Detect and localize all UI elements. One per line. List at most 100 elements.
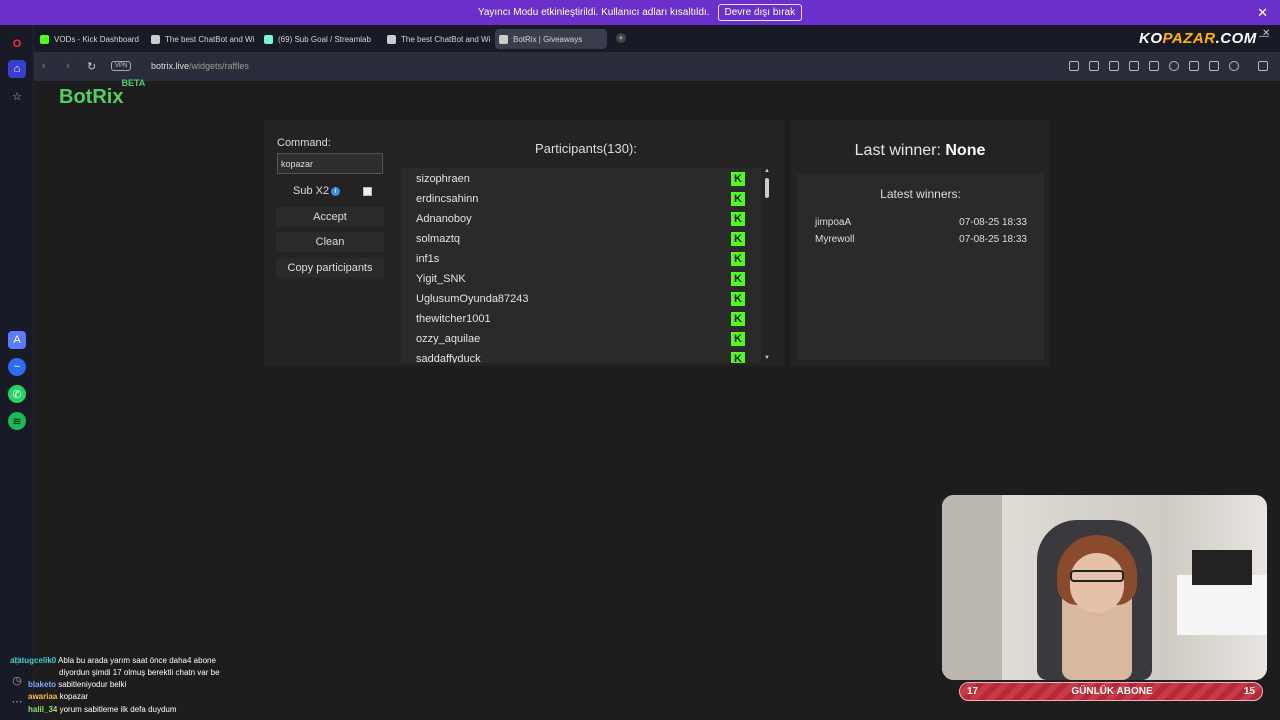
messenger-icon[interactable]: ~ [8, 358, 26, 376]
back-icon[interactable]: ‹ [42, 60, 46, 72]
scroll-thumb[interactable] [765, 178, 769, 198]
list-item[interactable]: saddaffyduck K [401, 349, 761, 363]
webcam-tv [1192, 550, 1252, 585]
sub-x2-checkbox[interactable] [363, 187, 372, 196]
chat-user: atatugcelik0 [10, 656, 57, 665]
brand-name: BotRix [59, 86, 124, 108]
tab-bar: VODs - Kick Dashboard The best ChatBot a… [34, 25, 1280, 52]
more-icon[interactable]: ⋯ [8, 692, 26, 710]
accept-button[interactable]: Accept [276, 207, 384, 227]
download-icon[interactable] [1189, 61, 1199, 71]
tab-label: The best ChatBot and Wi [165, 34, 255, 44]
list-item[interactable]: ozzy_aquilae K [401, 329, 761, 349]
kopazar-logo: KOPAZAR.COM [1139, 30, 1257, 47]
list-item[interactable]: thewitcher1001 K [401, 309, 761, 329]
kick-icon: K [731, 292, 745, 306]
participant-name: UglusumOyunda87243 [416, 293, 529, 305]
scroll-up-icon[interactable]: ▲ [764, 168, 770, 174]
chat-user: blaketo [28, 680, 57, 689]
list-item[interactable]: Yigit_SNK K [401, 269, 761, 289]
tab-botrix-1[interactable]: The best ChatBot and Wi [147, 29, 257, 49]
command-input[interactable] [277, 153, 383, 174]
chat-message: diyordun şimdi 17 olmuş berektli chatn v… [59, 668, 220, 677]
extension-icon[interactable] [1129, 61, 1139, 71]
tab-label: VODs - Kick Dashboard [54, 34, 139, 44]
banner-text: Yayıncı Modu etkinleştirildi. Kullanıcı … [477, 7, 710, 18]
list-item[interactable]: sizophraen K [401, 169, 761, 189]
chat-text: sabitleniyodur belki [58, 680, 127, 689]
kick-icon [40, 34, 49, 44]
clean-button[interactable]: Clean [276, 232, 384, 252]
last-winner-value: None [945, 142, 986, 159]
close-icon[interactable]: ✕ [1257, 5, 1268, 21]
tab-botrix-2[interactable]: The best ChatBot and Wi [383, 29, 493, 49]
chat-message: halil_34 yorum sabitleme ilk defa duydum [28, 705, 177, 714]
winner-date: 07-08-25 18:33 [959, 234, 1027, 245]
logo-suffix: .COM [1215, 30, 1257, 47]
sub-x2-label: Sub X2 [293, 185, 330, 197]
participants-list[interactable]: sizophraen K erdincsahinn K Adnanoboy K sol… [401, 168, 761, 363]
tab-botrix-giveaways[interactable]: BotRix | Giveaways [495, 29, 607, 49]
new-tab-button[interactable]: + [616, 33, 626, 43]
last-winner: Last winner: None [790, 142, 1050, 160]
star-icon[interactable]: ☆ [8, 87, 26, 105]
winner-date: 07-08-25 18:33 [959, 217, 1027, 228]
chat-user: halil_34 [28, 705, 58, 714]
chat-user: awariaa [28, 692, 58, 701]
list-item[interactable]: solmaztq K [401, 229, 761, 249]
profile-icon[interactable] [1229, 61, 1239, 71]
kick-icon: K [731, 352, 745, 363]
disable-button[interactable]: Devre dışı bırak [717, 4, 803, 21]
list-item[interactable]: Adnanoboy K [401, 209, 761, 229]
kick-icon: K [731, 272, 745, 286]
history-icon[interactable]: ◷ [8, 671, 26, 689]
spotify-icon[interactable]: ≋ [8, 412, 26, 430]
menu-icon[interactable] [1209, 61, 1219, 71]
latest-winners-title: Latest winners: [880, 187, 961, 201]
botrix-icon [387, 34, 396, 44]
chat-text: kopazar [59, 692, 89, 701]
camera-icon[interactable] [1089, 61, 1099, 71]
tab-streamlabs[interactable]: (69) Sub Goal / Streamlab [260, 29, 372, 49]
participant-name: ozzy_aquilae [416, 333, 481, 345]
chat-message: atatugcelik0 Abla bu arada yarım saat ön… [10, 656, 216, 665]
scroll-down-icon[interactable]: ▼ [764, 355, 770, 361]
chat-text: Abla bu arada yarım saat önce daha4 abon… [58, 656, 216, 665]
sub-goal-bar: GÜNLÜK ABONE 17 15 [959, 682, 1263, 701]
close-window-icon[interactable]: ✕ [1262, 28, 1270, 39]
url-host: botrix.live [151, 61, 190, 71]
heart-icon[interactable] [1169, 61, 1179, 71]
participant-name: thewitcher1001 [416, 313, 491, 325]
home-icon[interactable]: ⌂ [8, 60, 26, 78]
kick-icon: K [731, 212, 745, 226]
winner-name: jimpoaA [815, 217, 852, 228]
sub-goal-current: 17 [967, 686, 979, 697]
forward-icon[interactable]: › [66, 60, 70, 72]
tab-label: The best ChatBot and Wi [401, 34, 491, 44]
whatsapp-icon[interactable]: ✆ [8, 385, 26, 403]
aria-icon[interactable]: A [8, 331, 26, 349]
winner-name: Myrewoll [815, 234, 855, 245]
shield-icon[interactable] [1109, 61, 1119, 71]
list-item[interactable]: UglusumOyunda87243 K [401, 289, 761, 309]
sub-goal-label: GÜNLÜK ABONE [1071, 686, 1153, 697]
reload-icon[interactable]: ↻ [87, 60, 96, 73]
list-item[interactable]: erdincsahinn K [401, 189, 761, 209]
vpn-badge[interactable]: VPN [111, 61, 132, 71]
participants-scrollbar[interactable]: ▲ ▼ [764, 168, 771, 363]
latest-winners-box: Latest winners: jimpoaA 07-08-25 18:33 My… [797, 174, 1044, 360]
participant-name: inf1s [416, 253, 440, 265]
tab-kick-vods[interactable]: VODs - Kick Dashboard [36, 29, 144, 49]
play-icon[interactable] [1149, 61, 1159, 71]
edit-icon[interactable] [1069, 61, 1079, 71]
box-icon[interactable] [1258, 61, 1268, 71]
botrix-logo[interactable]: BotRixBETA [59, 78, 147, 109]
opera-logo-icon[interactable]: O [8, 35, 26, 53]
webcam-face [1070, 553, 1124, 613]
copy-participants-button[interactable]: Copy participants [276, 258, 384, 278]
list-item[interactable]: inf1s K [401, 249, 761, 269]
url-field[interactable]: botrix.live/widgets/raffles [151, 61, 249, 71]
webcam-curtain [942, 495, 1002, 680]
info-icon[interactable]: i [331, 187, 340, 196]
kick-icon: K [731, 172, 745, 186]
